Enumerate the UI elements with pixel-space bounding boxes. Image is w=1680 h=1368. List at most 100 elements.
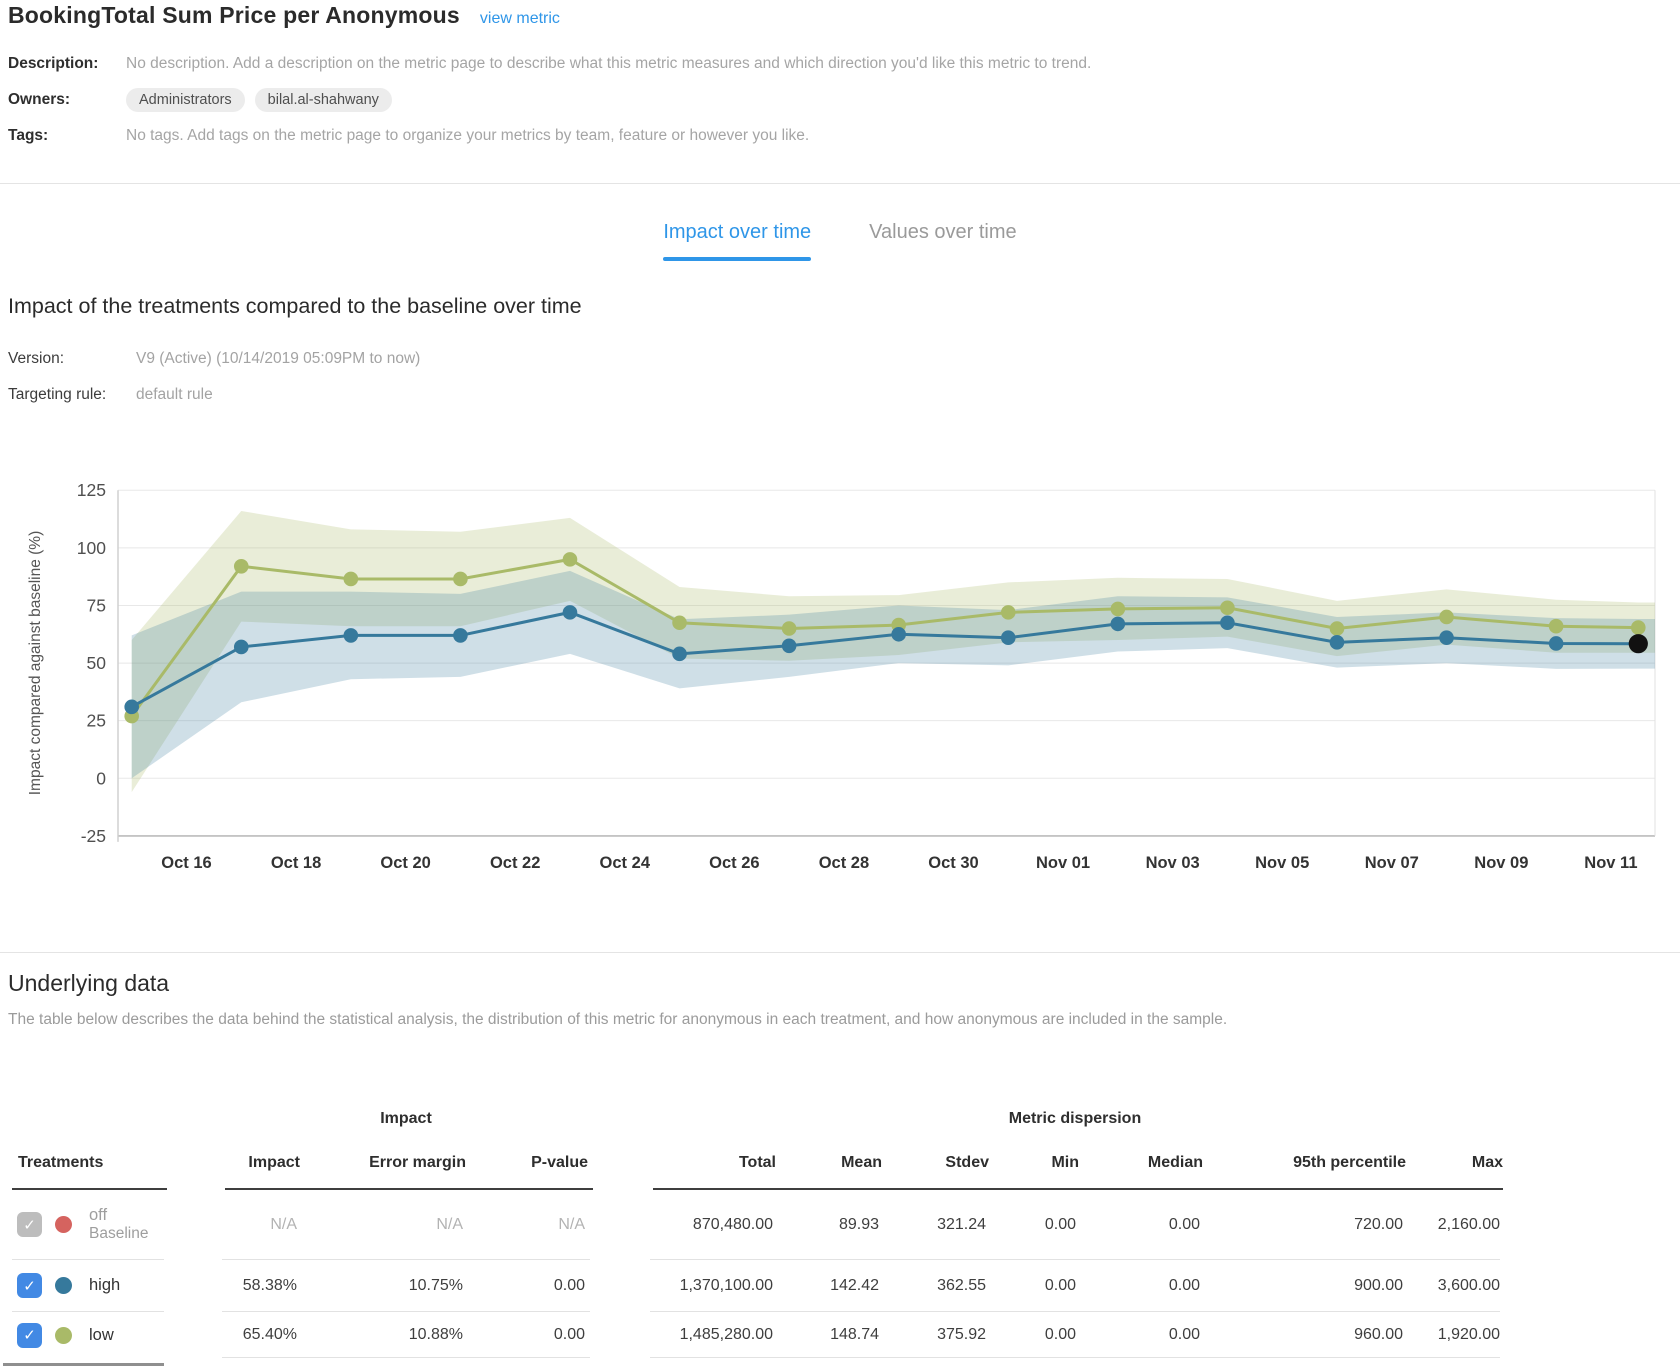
x-tick-label: Oct 22 xyxy=(490,854,540,872)
treatment-label-box: low xyxy=(72,1326,114,1345)
treatment-label: off xyxy=(89,1206,148,1225)
high-point-oct-19[interactable] xyxy=(344,628,359,643)
high-point-oct-17[interactable] xyxy=(234,640,249,655)
cell-max: 1,920.00 xyxy=(1403,1326,1500,1344)
low-point-nov-06[interactable] xyxy=(1330,621,1345,636)
cell-p95: 900.00 xyxy=(1200,1277,1403,1295)
treatments-column-bottom-border xyxy=(3,1363,164,1366)
owner-chip: bilal.al-shahwany xyxy=(255,88,392,112)
tab-values-over-time[interactable]: Values over time xyxy=(869,221,1016,261)
impact-value-cells: 65.40%10.88%0.00 xyxy=(222,1312,590,1358)
low-point-nov-11[interactable] xyxy=(1631,620,1646,635)
high-point-oct-25[interactable] xyxy=(672,647,687,662)
cell-impact: 58.38% xyxy=(222,1277,297,1295)
x-tick-label: Oct 30 xyxy=(928,854,978,872)
treatment-legend-cell: ✓ low xyxy=(12,1312,164,1358)
cell-max: 2,160.00 xyxy=(1403,1216,1500,1234)
x-tick-label: Nov 03 xyxy=(1146,854,1200,872)
targeting-rule-row: Targeting rule: default rule xyxy=(8,386,213,404)
low-point-oct-31[interactable] xyxy=(1001,605,1016,620)
treatments-header-label: Treatments xyxy=(15,1154,103,1172)
x-tick-label: Oct 16 xyxy=(161,854,211,872)
tab-impact-over-time[interactable]: Impact over time xyxy=(663,221,811,261)
low-point-oct-19[interactable] xyxy=(344,572,359,587)
underlying-data-description: The table below describes the data behin… xyxy=(8,1011,1648,1029)
column-header-mean: Mean xyxy=(776,1154,882,1172)
cell-stdev: 362.55 xyxy=(879,1277,986,1295)
low-point-oct-17[interactable] xyxy=(234,559,249,574)
treatment-label: low xyxy=(89,1326,114,1345)
treatment-checkbox-off[interactable]: ✓ xyxy=(17,1212,42,1237)
cell-min: 0.00 xyxy=(986,1277,1076,1295)
column-header-max: Max xyxy=(1406,1154,1503,1172)
x-tick-label: Oct 28 xyxy=(819,854,869,872)
column-header-min: Min xyxy=(989,1154,1079,1172)
low-point-oct-27[interactable] xyxy=(782,621,797,636)
cell-total: 1,485,280.00 xyxy=(650,1326,773,1344)
view-metric-link[interactable]: view metric xyxy=(480,10,560,28)
x-tick-label: Nov 07 xyxy=(1365,854,1419,872)
metric-meta: Description: No description. Add a descr… xyxy=(8,46,1608,154)
high-point-oct-29[interactable] xyxy=(891,627,906,642)
column-header-95th-percentile: 95th percentile xyxy=(1203,1154,1406,1172)
cell-p-value: N/A xyxy=(463,1216,585,1234)
x-tick-label: Oct 18 xyxy=(271,854,321,872)
cell-p95: 960.00 xyxy=(1200,1326,1403,1344)
low-point-nov-08[interactable] xyxy=(1439,610,1454,625)
treatment-row-low: ✓low65.40%10.88%0.001,485,280.00148.7437… xyxy=(0,1312,1680,1358)
high-point-oct-31[interactable] xyxy=(1001,630,1016,645)
owners-chip-list: Administrators bilal.al-shahwany xyxy=(126,88,392,112)
table-group-header-row: ImpactMetric dispersion xyxy=(0,1100,1680,1138)
high-point-nov-06[interactable] xyxy=(1330,635,1345,650)
tab-bar: Impact over time Values over time xyxy=(0,221,1680,261)
low-point-oct-21[interactable] xyxy=(453,572,468,587)
high-point-nov-10[interactable] xyxy=(1549,636,1564,651)
treatment-checkbox-low[interactable]: ✓ xyxy=(17,1323,42,1348)
high-point-oct-15[interactable] xyxy=(124,700,139,715)
impact-section-header: Impact of the treatments compared to the… xyxy=(8,294,582,319)
high-point-oct-27[interactable] xyxy=(782,638,797,653)
version-value: V9 (Active) (10/14/2019 05:09PM to now) xyxy=(136,350,420,368)
table-column-header-row: TreatmentsImpactError marginP-valueTotal… xyxy=(0,1138,1680,1190)
cell-impact: N/A xyxy=(222,1216,297,1234)
owner-chip: Administrators xyxy=(126,88,245,112)
x-tick-label: Nov 09 xyxy=(1474,854,1528,872)
high-point-oct-21[interactable] xyxy=(453,628,468,643)
x-tick-label: Nov 11 xyxy=(1584,854,1637,872)
high-point-nov-04[interactable] xyxy=(1220,615,1235,630)
tags-value: No tags. Add tags on the metric page to … xyxy=(126,127,809,145)
treatment-checkbox-high[interactable]: ✓ xyxy=(17,1273,42,1298)
high-point-nov-02[interactable] xyxy=(1111,617,1126,632)
low-point-nov-04[interactable] xyxy=(1220,600,1235,615)
cell-mean: 89.93 xyxy=(773,1216,879,1234)
underlying-data-section: Underlying data The table below describe… xyxy=(8,970,1648,1029)
y-tick-label: 0 xyxy=(96,768,106,788)
dispersion-header-cells: TotalMeanStdevMinMedian95th percentileMa… xyxy=(653,1138,1503,1190)
underlying-data-heading: Underlying data xyxy=(8,970,1648,997)
y-tick-label: 125 xyxy=(77,480,106,500)
impact-group-header-label: Impact xyxy=(222,1110,590,1128)
x-tick-label: Oct 24 xyxy=(600,854,651,872)
cell-stdev: 375.92 xyxy=(879,1326,986,1344)
low-point-nov-10[interactable] xyxy=(1549,619,1564,634)
header-divider xyxy=(0,183,1680,184)
cell-median: 0.00 xyxy=(1076,1326,1200,1344)
cell-p-value: 0.00 xyxy=(463,1326,585,1344)
tags-label: Tags: xyxy=(8,127,126,145)
cell-error-margin: 10.75% xyxy=(297,1277,463,1295)
y-tick-label: 50 xyxy=(87,653,107,673)
column-header-median: Median xyxy=(1079,1154,1203,1172)
high-point-nov-08[interactable] xyxy=(1439,630,1454,645)
cell-total: 870,480.00 xyxy=(650,1216,773,1234)
high-point-oct-23[interactable] xyxy=(563,605,578,620)
treatment-label: high xyxy=(89,1276,120,1295)
x-tick-label: Nov 05 xyxy=(1255,854,1309,872)
page-title: BookingTotal Sum Price per Anonymous xyxy=(8,2,460,29)
low-point-oct-23[interactable] xyxy=(563,552,578,567)
low-point-nov-02[interactable] xyxy=(1111,602,1126,617)
cell-median: 0.00 xyxy=(1076,1216,1200,1234)
treatment-row-off: ✓offBaselineN/AN/AN/A870,480.0089.93321.… xyxy=(0,1190,1680,1260)
latest-point-highlight-dot[interactable] xyxy=(1629,634,1648,653)
low-point-oct-25[interactable] xyxy=(672,615,687,630)
cell-total: 1,370,100.00 xyxy=(650,1277,773,1295)
